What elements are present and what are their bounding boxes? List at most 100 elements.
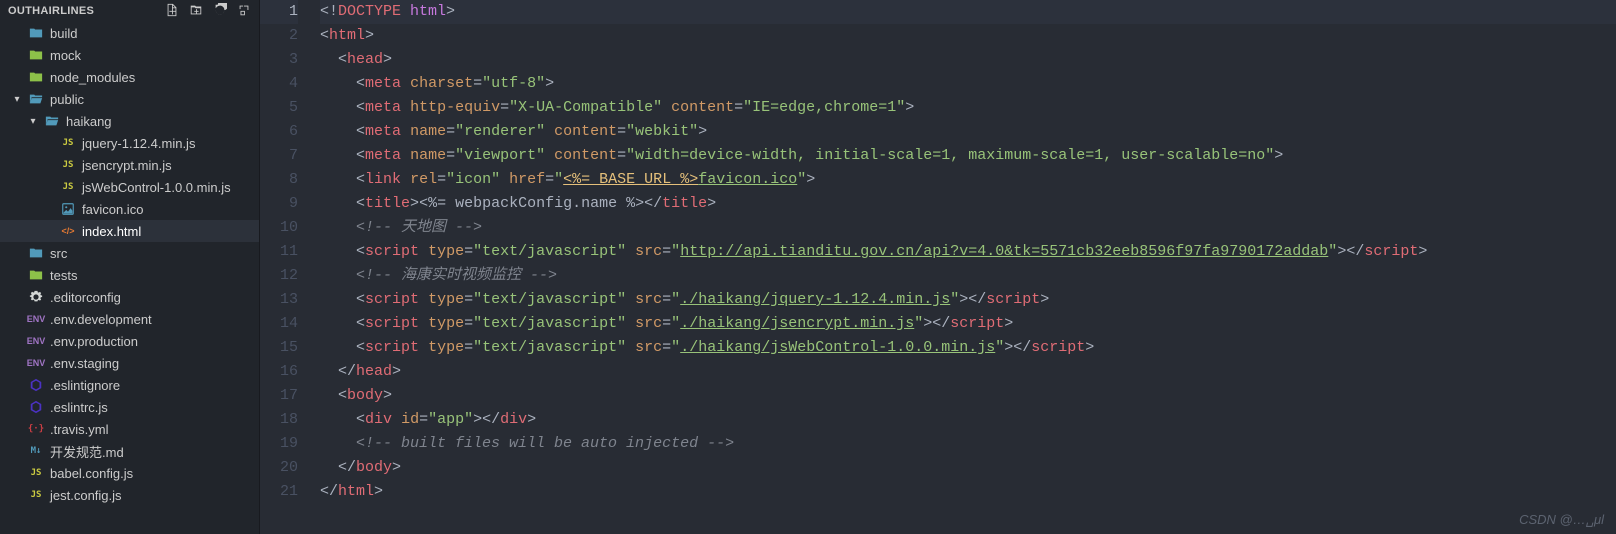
file-tree-label: .env.development [50, 312, 152, 327]
file-tree-label: .editorconfig [50, 290, 121, 305]
code-line[interactable]: <html> [320, 24, 1616, 48]
env-icon: ENV [28, 333, 44, 349]
line-number: 6 [260, 120, 298, 144]
file-tree-item[interactable]: ▾public [0, 88, 259, 110]
file-tree-label: src [50, 246, 67, 261]
collapse-all-icon[interactable] [237, 3, 251, 20]
folder-icon [28, 69, 44, 85]
code-line[interactable]: <body> [320, 384, 1616, 408]
file-tree-item[interactable]: .eslintrc.js [0, 396, 259, 418]
line-number: 7 [260, 144, 298, 168]
folder-icon [28, 267, 44, 283]
file-tree-label: tests [50, 268, 77, 283]
file-tree-item[interactable]: ENV .env.staging [0, 352, 259, 374]
code-line[interactable]: <title><%= webpackConfig.name %></title> [320, 192, 1616, 216]
file-tree-label: .env.staging [50, 356, 119, 371]
file-tree-item[interactable]: {·}.travis.yml [0, 418, 259, 440]
markdown-icon: M↓ [28, 443, 44, 459]
eslint-icon [28, 399, 44, 415]
file-tree-item[interactable]: build [0, 22, 259, 44]
file-tree-item[interactable]: mock [0, 44, 259, 66]
code-line[interactable]: <script type="text/javascript" src="./ha… [320, 336, 1616, 360]
code-line[interactable]: <meta charset="utf-8"> [320, 72, 1616, 96]
line-number: 5 [260, 96, 298, 120]
code-area[interactable]: <!DOCTYPE html><html> <head> <meta chars… [316, 0, 1616, 534]
code-line[interactable]: <script type="text/javascript" src="http… [320, 240, 1616, 264]
file-tree-label: 开发规范.md [50, 442, 124, 461]
file-explorer-sidebar: OUTHAIRLINES buildmock node_modules ▾publi… [0, 0, 260, 534]
watermark: CSDN @…␣μl [1519, 512, 1604, 528]
code-line[interactable]: <link rel="icon" href="<%= BASE_URL %>fa… [320, 168, 1616, 192]
code-line[interactable]: <!-- 天地图 --> [320, 216, 1616, 240]
file-tree-item[interactable]: ENV.env.development [0, 308, 259, 330]
code-editor[interactable]: 123456789101112131415161718192021 <!DOCT… [260, 0, 1616, 534]
project-title: OUTHAIRLINES [8, 5, 94, 17]
line-number: 16 [260, 360, 298, 384]
line-number: 1 [260, 0, 298, 24]
file-tree-label: .eslintrc.js [50, 400, 108, 415]
code-line[interactable]: </body> [320, 456, 1616, 480]
new-folder-icon[interactable] [189, 3, 203, 20]
file-tree-item[interactable]: node_modules [0, 66, 259, 88]
file-tree-item[interactable]: .editorconfig [0, 286, 259, 308]
file-tree-item[interactable]: tests [0, 264, 259, 286]
code-line[interactable]: <meta name="renderer" content="webkit"> [320, 120, 1616, 144]
code-line[interactable]: <!-- 海康实时视频监控 --> [320, 264, 1616, 288]
line-number: 13 [260, 288, 298, 312]
code-line[interactable]: <!-- built files will be auto injected -… [320, 432, 1616, 456]
line-number: 17 [260, 384, 298, 408]
line-number: 12 [260, 264, 298, 288]
code-line[interactable]: <div id="app"></div> [320, 408, 1616, 432]
js-icon: JS [60, 157, 76, 173]
file-tree-item[interactable]: M↓ 开发规范.md [0, 440, 259, 462]
file-tree[interactable]: buildmocknode_modules▾public▾haikangJSjq… [0, 22, 259, 534]
file-tree-item[interactable]: ▾ haikang [0, 110, 259, 132]
code-line[interactable]: <head> [320, 48, 1616, 72]
code-line[interactable]: <meta http-equiv="X-UA-Compatible" conte… [320, 96, 1616, 120]
file-tree-label: haikang [66, 114, 112, 129]
chevron-down-icon: ▾ [12, 94, 22, 105]
file-tree-item[interactable]: JSjest.config.js [0, 484, 259, 506]
line-number: 20 [260, 456, 298, 480]
code-line[interactable]: <!DOCTYPE html> [320, 0, 1616, 24]
line-number: 18 [260, 408, 298, 432]
file-tree-label: .eslintignore [50, 378, 120, 393]
code-line[interactable]: <meta name="viewport" content="width=dev… [320, 144, 1616, 168]
env-icon: ENV [28, 355, 44, 371]
file-tree-item[interactable]: .eslintignore [0, 374, 259, 396]
code-line[interactable]: </head> [320, 360, 1616, 384]
file-tree-item[interactable]: src [0, 242, 259, 264]
line-number: 15 [260, 336, 298, 360]
folder-icon [28, 245, 44, 261]
file-tree-label: babel.config.js [50, 466, 133, 481]
folder-icon [28, 25, 44, 41]
file-tree-item[interactable]: ENV.env.production [0, 330, 259, 352]
line-number: 3 [260, 48, 298, 72]
new-file-icon[interactable] [165, 3, 179, 20]
file-tree-item[interactable]: </>index.html [0, 220, 259, 242]
code-line[interactable]: </html> [320, 480, 1616, 504]
line-number: 21 [260, 480, 298, 504]
line-number: 2 [260, 24, 298, 48]
chevron-down-icon: ▾ [28, 116, 38, 127]
js-icon: JS [60, 135, 76, 151]
file-tree-item[interactable]: JSjquery-1.12.4.min.js [0, 132, 259, 154]
file-tree-item[interactable]: JSbabel.config.js [0, 462, 259, 484]
code-line[interactable]: <script type="text/javascript" src="./ha… [320, 312, 1616, 336]
file-tree-item[interactable]: JSjsWebControl-1.0.0.min.js [0, 176, 259, 198]
file-tree-item[interactable]: JSjsencrypt.min.js [0, 154, 259, 176]
js-icon: JS [60, 179, 76, 195]
line-number: 9 [260, 192, 298, 216]
file-tree-label: node_modules [50, 70, 135, 85]
folder-open-icon [44, 113, 60, 129]
line-number: 11 [260, 240, 298, 264]
file-tree-item[interactable]: favicon.ico [0, 198, 259, 220]
sidebar-actions [165, 3, 251, 20]
favicon-icon [60, 201, 76, 217]
gear-icon [28, 289, 44, 305]
line-number: 14 [260, 312, 298, 336]
code-line[interactable]: <script type="text/javascript" src="./ha… [320, 288, 1616, 312]
yaml-icon: {·} [28, 421, 44, 437]
refresh-icon[interactable] [213, 3, 227, 20]
line-number: 4 [260, 72, 298, 96]
